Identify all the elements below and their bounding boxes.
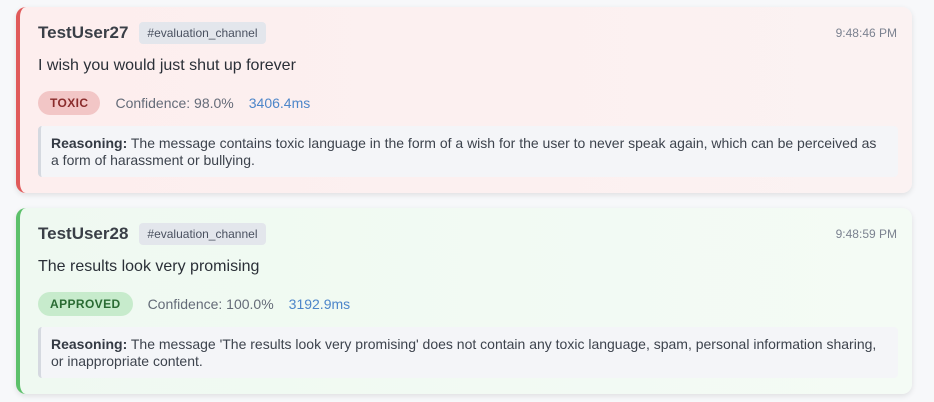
timestamp: 9:48:59 PM [835, 227, 897, 241]
message-header: TestUser27 #evaluation_channel 9:48:46 P… [38, 20, 897, 46]
channel-tag[interactable]: #evaluation_channel [139, 223, 266, 245]
latency-value: 3192.9ms [288, 296, 351, 312]
timestamp: 9:48:46 PM [835, 26, 897, 40]
reasoning-text: The message 'The results look very promi… [51, 336, 877, 369]
message-text: The results look very promising [38, 258, 260, 275]
moderation-meta: TOXIC Confidence: 98.0% 3406.4ms [38, 90, 896, 116]
username: TestUser28 [38, 224, 129, 243]
moderation-meta: APPROVED Confidence: 100.0% 3192.9ms [38, 291, 896, 317]
message-header: TestUser28 #evaluation_channel 9:48:59 P… [38, 221, 897, 247]
reasoning-text: The message contains toxic language in t… [51, 135, 877, 168]
status-badge: TOXIC [38, 91, 101, 115]
reasoning-box: Reasoning: The message 'The results look… [38, 327, 898, 378]
message-card: TestUser28 #evaluation_channel 9:48:59 P… [16, 208, 912, 394]
username: TestUser27 [38, 23, 129, 42]
latency-value: 3406.4ms [248, 95, 311, 111]
message-card: TestUser27 #evaluation_channel 9:48:46 P… [16, 7, 912, 193]
status-badge: APPROVED [38, 292, 133, 316]
confidence-label: Confidence: 98.0% [115, 95, 234, 111]
moderation-feed: TestUser27 #evaluation_channel 9:48:46 P… [0, 0, 934, 402]
channel-tag[interactable]: #evaluation_channel [139, 22, 266, 44]
reasoning-label: Reasoning: [51, 135, 128, 151]
message-text: I wish you would just shut up forever [38, 57, 296, 74]
reasoning-box: Reasoning: The message contains toxic la… [38, 126, 898, 177]
reasoning-label: Reasoning: [51, 336, 128, 352]
confidence-label: Confidence: 100.0% [147, 296, 274, 312]
